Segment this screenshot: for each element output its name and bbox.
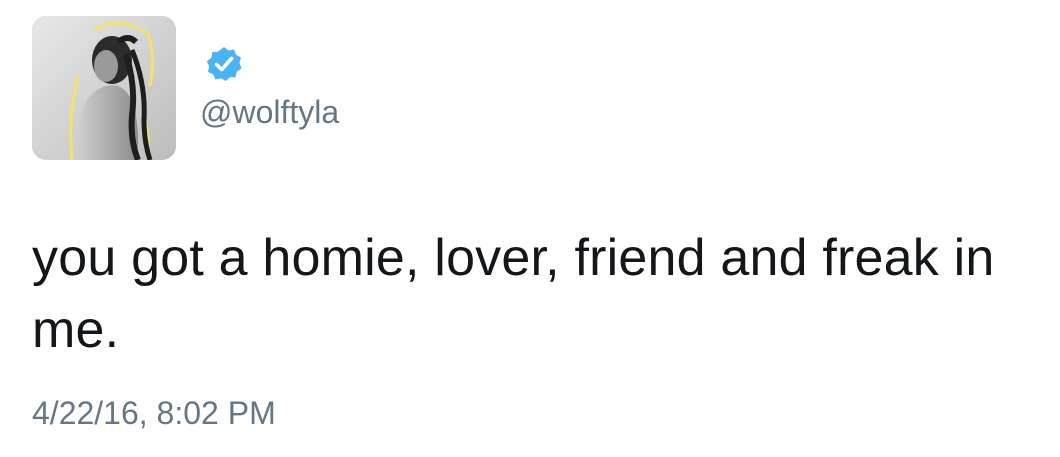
profile-photo bbox=[32, 16, 176, 160]
tweet-text: you got a homie, lover, friend and freak… bbox=[32, 229, 995, 359]
verified-badge-icon bbox=[206, 47, 242, 81]
timestamp[interactable]: 4/22/16, 8:02 PM bbox=[32, 393, 276, 433]
avatar[interactable] bbox=[32, 16, 176, 160]
user-handle[interactable]: @wolftyla bbox=[200, 92, 339, 132]
